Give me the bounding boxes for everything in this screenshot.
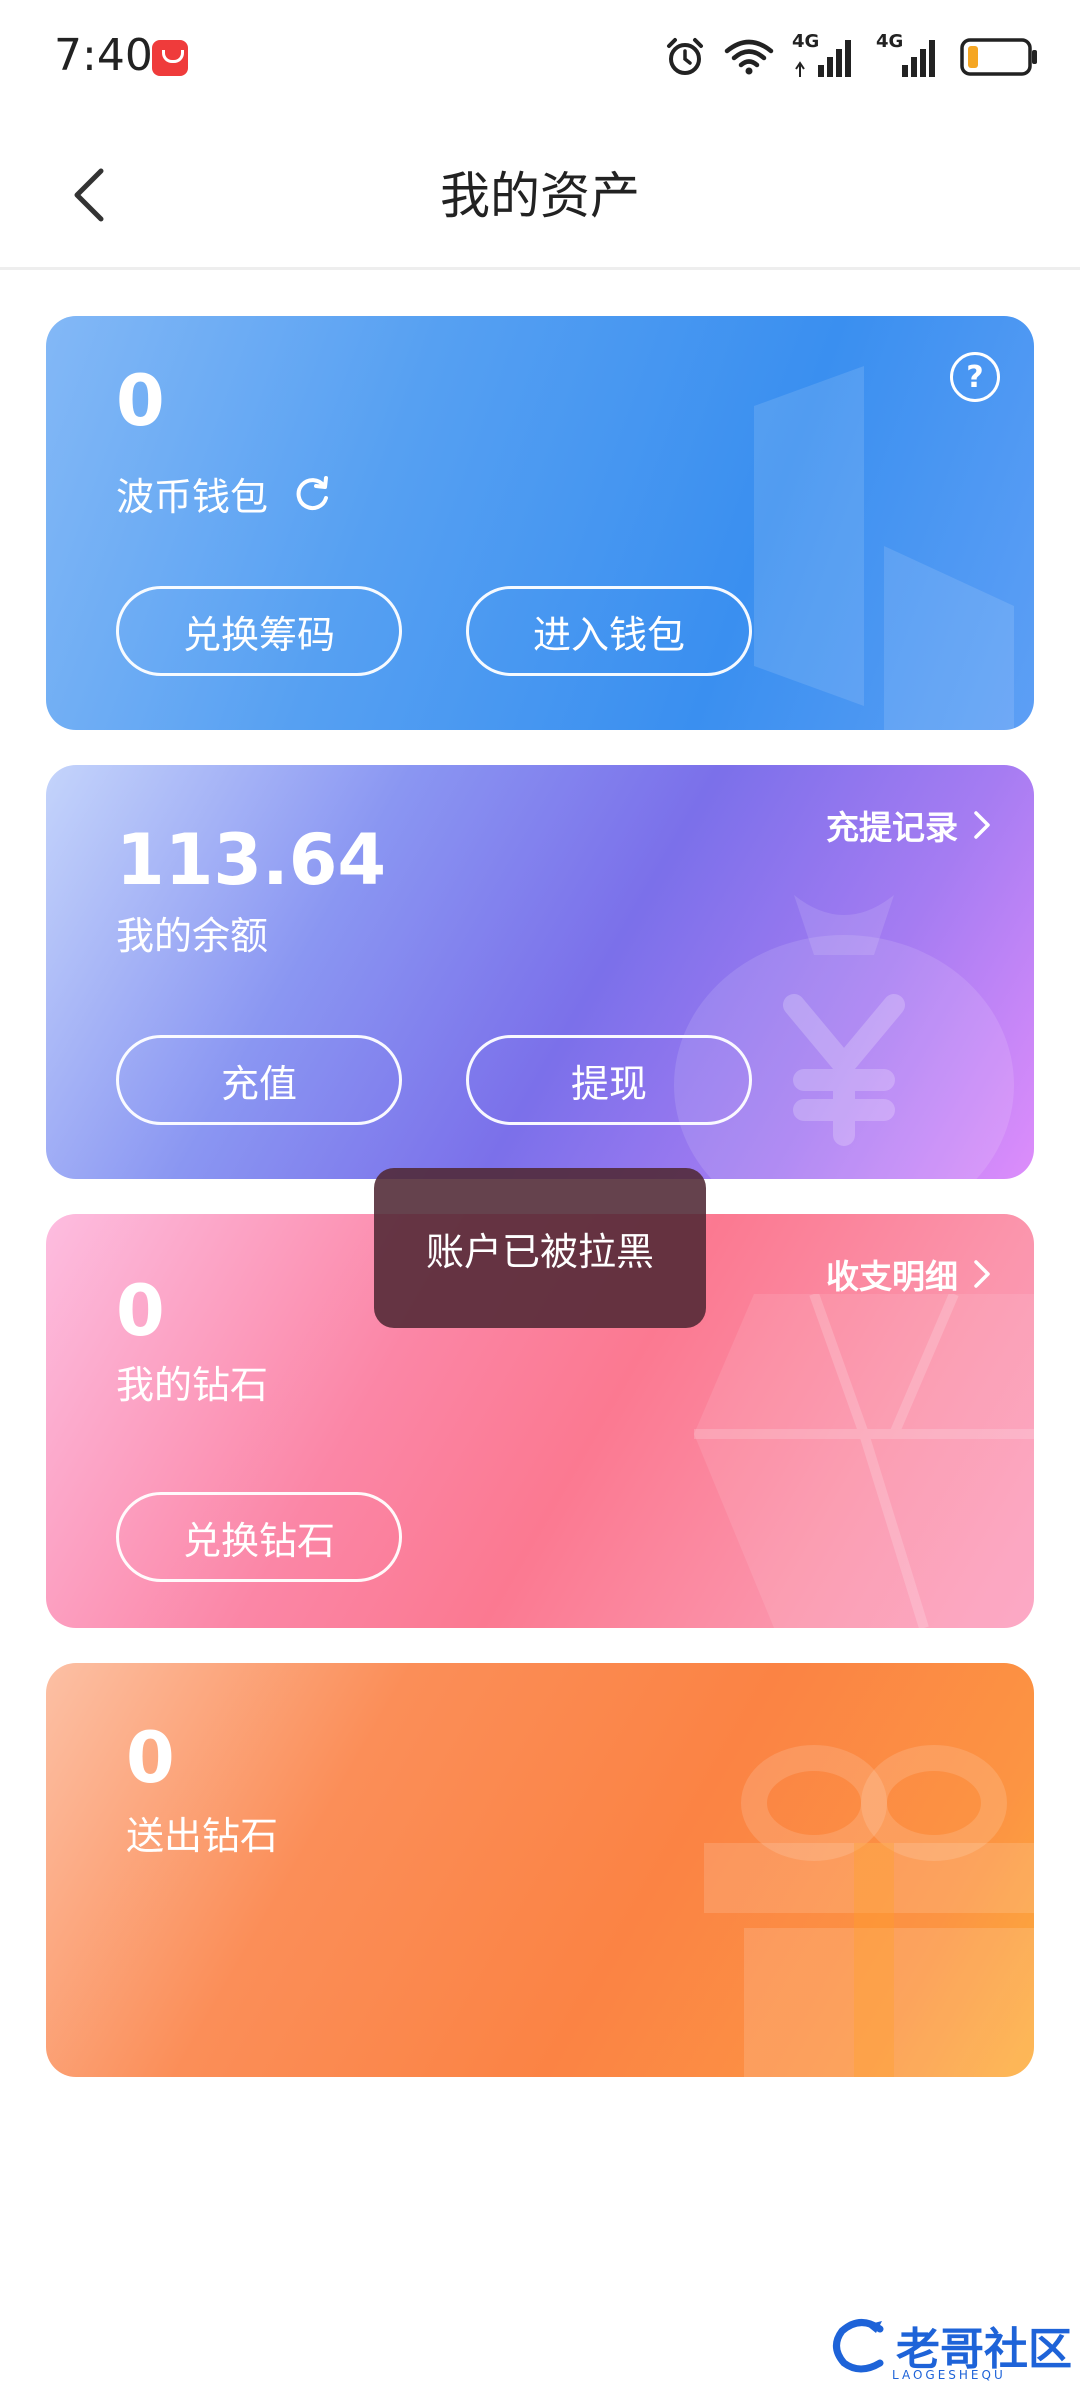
wallet-decoration-icon	[754, 366, 1014, 730]
app-header: 我的资产	[0, 116, 1080, 270]
details-link-label: 收支明细	[826, 1257, 958, 1296]
watermark-logo: 老哥社区 LAOGESHEQU	[830, 2310, 1072, 2382]
gift-decoration-icon	[704, 1745, 1034, 2077]
diamond-label: 我的钻石	[116, 1363, 269, 1407]
status-time: 7:40	[54, 30, 153, 81]
refresh-icon[interactable]	[290, 472, 334, 516]
exchange-diamonds-button[interactable]: 兑换钻石	[116, 1492, 402, 1582]
chevron-right-icon	[974, 1260, 990, 1288]
alarm-icon	[667, 38, 703, 75]
question-icon: ?	[966, 359, 984, 395]
wallet-value: 0	[116, 360, 165, 442]
dragon-logo-icon	[833, 2319, 884, 2373]
page-title: 我的资产	[440, 167, 640, 225]
records-link-label: 充提记录	[826, 808, 958, 847]
withdraw-button[interactable]: 提现	[466, 1035, 752, 1125]
balance-value: 113.64	[116, 819, 387, 901]
income-expense-details-link[interactable]: 收支明细	[826, 1250, 992, 1298]
signal-4g-icon: 4G	[876, 31, 942, 79]
diamond-value: 0	[116, 1270, 165, 1352]
wallet-label: 波币钱包	[116, 475, 269, 519]
status-bar: 7:40 4G 4G	[0, 0, 1080, 116]
deposit-withdraw-records-link[interactable]: 充提记录	[826, 801, 992, 849]
signal-4g-icon: 4G	[792, 31, 858, 79]
huawei-appgallery-icon	[152, 40, 188, 76]
help-button[interactable]: ?	[950, 352, 1000, 402]
exchange-chips-button[interactable]: 兑换筹码	[116, 586, 402, 676]
sent-diamonds-label: 送出钻石	[126, 1814, 279, 1858]
status-icons: 4G 4G	[664, 31, 1040, 82]
money-bag-icon	[674, 895, 1014, 1179]
diamond-decoration-icon	[694, 1294, 1034, 1628]
sent-diamonds-value: 0	[126, 1717, 175, 1799]
wallet-label-row: 波币钱包	[116, 466, 334, 521]
wifi-icon	[724, 39, 774, 75]
enter-wallet-button[interactable]: 进入钱包	[466, 586, 752, 676]
battery-icon	[960, 38, 1037, 76]
watermark-subtext: LAOGESHEQU	[892, 2368, 1006, 2382]
sent-diamonds-card: 0 送出钻石	[46, 1663, 1034, 2077]
chevron-right-icon	[974, 811, 990, 839]
balance-card: 113.64 我的余额 充提记录 充值 提现	[46, 765, 1034, 1179]
wallet-card: 0 波币钱包 ? 兑换筹码 进入钱包	[46, 316, 1034, 730]
balance-label: 我的余额	[116, 914, 269, 958]
recharge-button[interactable]: 充值	[116, 1035, 402, 1125]
toast-message: 账户已被拉黑	[374, 1168, 706, 1328]
